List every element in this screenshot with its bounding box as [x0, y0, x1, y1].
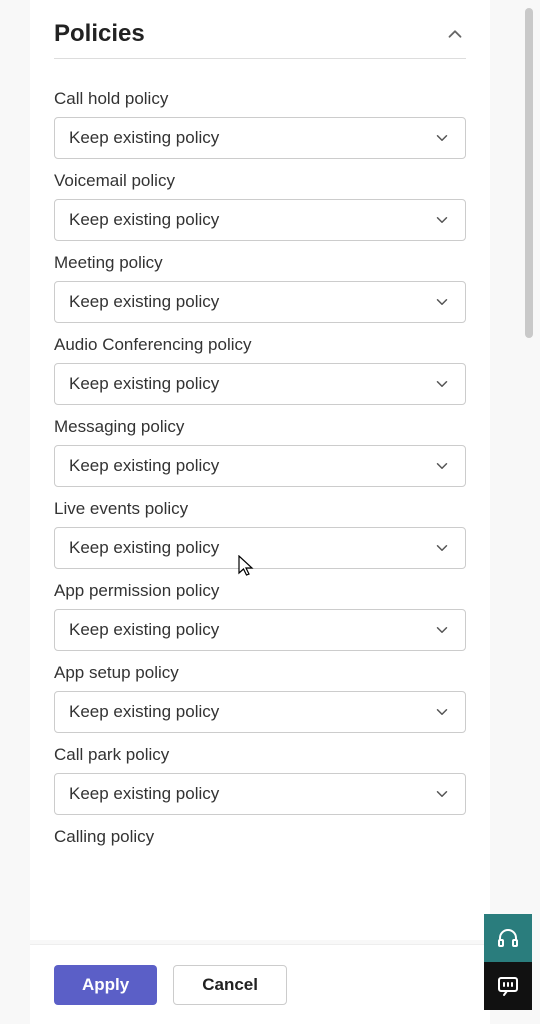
policy-item: Live events policy Keep existing policy — [54, 499, 466, 569]
policy-select[interactable]: Keep existing policy — [54, 199, 466, 241]
policy-select-value: Keep existing policy — [69, 374, 219, 394]
policy-select-value: Keep existing policy — [69, 128, 219, 148]
policy-label: App permission policy — [54, 581, 466, 601]
policy-label: Meeting policy — [54, 253, 466, 273]
policy-label: Messaging policy — [54, 417, 466, 437]
chevron-down-icon — [433, 785, 451, 803]
section-title: Policies — [54, 20, 145, 48]
policy-item: Audio Conferencing policy Keep existing p… — [54, 335, 466, 405]
policy-select-value: Keep existing policy — [69, 292, 219, 312]
policy-select-value: Keep existing policy — [69, 620, 219, 640]
footer-bar: Apply Cancel — [30, 944, 490, 1024]
policy-label: Call hold policy — [54, 89, 466, 109]
policy-item: Voicemail policy Keep existing policy — [54, 171, 466, 241]
policy-select-value: Keep existing policy — [69, 210, 219, 230]
cancel-button[interactable]: Cancel — [173, 965, 287, 1005]
headset-icon — [496, 926, 520, 950]
feedback-button[interactable] — [484, 962, 532, 1010]
chevron-down-icon — [433, 621, 451, 639]
policy-item: Messaging policy Keep existing policy — [54, 417, 466, 487]
policy-label: Call park policy — [54, 745, 466, 765]
policy-item: Call park policy Keep existing policy — [54, 745, 466, 815]
headset-support-button[interactable] — [484, 914, 532, 962]
policy-item: Meeting policy Keep existing policy — [54, 253, 466, 323]
policies-list: Call hold policyKeep existing policyVoic… — [54, 89, 466, 847]
policy-label: Calling policy — [54, 827, 466, 847]
policies-panel: Policies Call hold policy Keep existing p… — [30, 0, 490, 940]
policy-item: Calling policy — [54, 827, 466, 847]
policy-select[interactable]: Keep existing policy — [54, 773, 466, 815]
policy-select[interactable]: Keep existing policy — [54, 117, 466, 159]
policy-label: Live events policy — [54, 499, 466, 519]
chevron-down-icon — [433, 375, 451, 393]
apply-button[interactable]: Apply — [54, 965, 157, 1005]
chevron-down-icon — [433, 457, 451, 475]
chevron-down-icon — [433, 211, 451, 229]
chevron-down-icon — [433, 293, 451, 311]
policy-select[interactable]: Keep existing policy — [54, 281, 466, 323]
scrollbar[interactable] — [524, 8, 534, 908]
policy-label: Voicemail policy — [54, 171, 466, 191]
chevron-down-icon — [433, 703, 451, 721]
policy-select[interactable]: Keep existing policy — [54, 691, 466, 733]
policy-item: App permission policy Keep existing polic… — [54, 581, 466, 651]
policy-select[interactable]: Keep existing policy — [54, 609, 466, 651]
policy-label: Audio Conferencing policy — [54, 335, 466, 355]
chevron-down-icon — [433, 539, 451, 557]
policy-item: Call hold policy Keep existing policy — [54, 89, 466, 159]
float-button-stack — [484, 914, 532, 1010]
policy-select-value: Keep existing policy — [69, 702, 219, 722]
policy-select-value: Keep existing policy — [69, 784, 219, 804]
chat-icon — [496, 974, 520, 998]
policy-select-value: Keep existing policy — [69, 456, 219, 476]
chevron-down-icon — [433, 129, 451, 147]
policy-label: App setup policy — [54, 663, 466, 683]
policy-select[interactable]: Keep existing policy — [54, 363, 466, 405]
scrollbar-thumb[interactable] — [525, 8, 533, 338]
policy-item: App setup policy Keep existing policy — [54, 663, 466, 733]
section-header[interactable]: Policies — [54, 20, 466, 59]
chevron-up-icon[interactable] — [444, 23, 466, 45]
policy-select-value: Keep existing policy — [69, 538, 219, 558]
policy-select[interactable]: Keep existing policy — [54, 445, 466, 487]
policy-select[interactable]: Keep existing policy — [54, 527, 466, 569]
